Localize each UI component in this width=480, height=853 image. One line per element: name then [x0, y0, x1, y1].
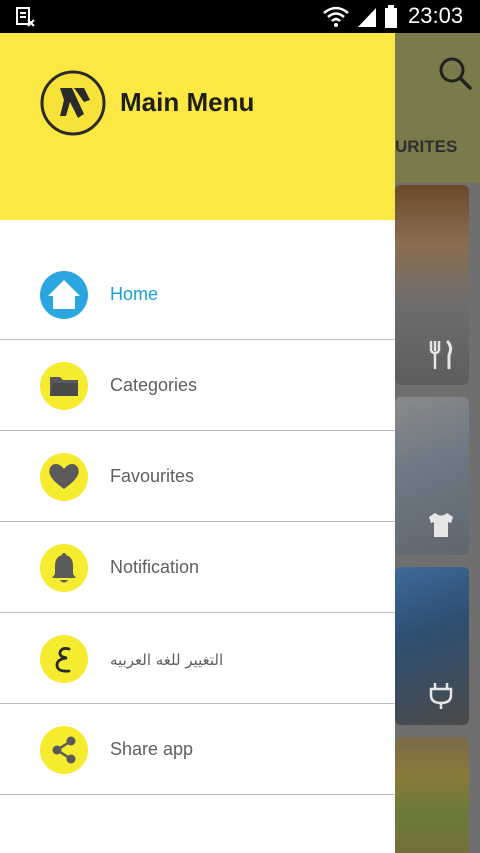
signal-icon — [358, 8, 376, 27]
home-icon — [40, 271, 88, 319]
heart-icon — [40, 453, 88, 501]
menu-item-language[interactable]: التغيير للغه العربيه — [0, 613, 395, 704]
background-card-electronics[interactable] — [395, 567, 469, 725]
navigation-drawer: Main Menu Home Categories Favourites Not… — [0, 33, 395, 853]
menu-item-label: Categories — [110, 375, 198, 395]
shirt-icon — [429, 513, 453, 537]
menu-item-categories[interactable]: Categories — [0, 340, 395, 431]
menu-item-notification[interactable]: Notification — [0, 522, 395, 613]
menu-item-label: Notification — [110, 557, 200, 577]
background-card-clothes[interactable] — [395, 397, 469, 555]
menu-item-label: Share app — [110, 739, 194, 759]
status-time: 23:03 — [408, 3, 464, 28]
menu-item-home[interactable]: Home — [0, 249, 395, 340]
background-tab-label[interactable]: URITES — [395, 137, 457, 157]
share-icon — [40, 726, 88, 774]
wifi-icon — [323, 6, 349, 27]
background-card-food[interactable] — [395, 185, 469, 385]
menu-item-label: Home — [110, 284, 159, 304]
plug-icon — [429, 683, 453, 709]
status-bar: 23:03 — [0, 0, 480, 33]
battery-icon — [385, 5, 397, 28]
drawer-menu: Home Categories Favourites Notification … — [0, 249, 395, 795]
drawer-title: Main Menu — [120, 87, 255, 117]
arabic-letter-icon — [40, 635, 88, 683]
menu-item-label: Favourites — [110, 466, 195, 486]
menu-item-share[interactable]: Share app — [0, 704, 395, 795]
bell-icon — [40, 544, 88, 592]
background-card-burger[interactable] — [395, 737, 469, 853]
search-icon[interactable] — [437, 55, 473, 91]
sim-missing-icon — [16, 7, 35, 27]
menu-item-favourites[interactable]: Favourites — [0, 431, 395, 522]
menu-item-label: التغيير للغه العربيه — [110, 651, 224, 669]
fork-knife-icon — [429, 339, 453, 369]
folder-icon — [40, 362, 88, 410]
drawer-header: Main Menu — [0, 33, 395, 220]
walking-fingers-logo — [40, 70, 106, 136]
